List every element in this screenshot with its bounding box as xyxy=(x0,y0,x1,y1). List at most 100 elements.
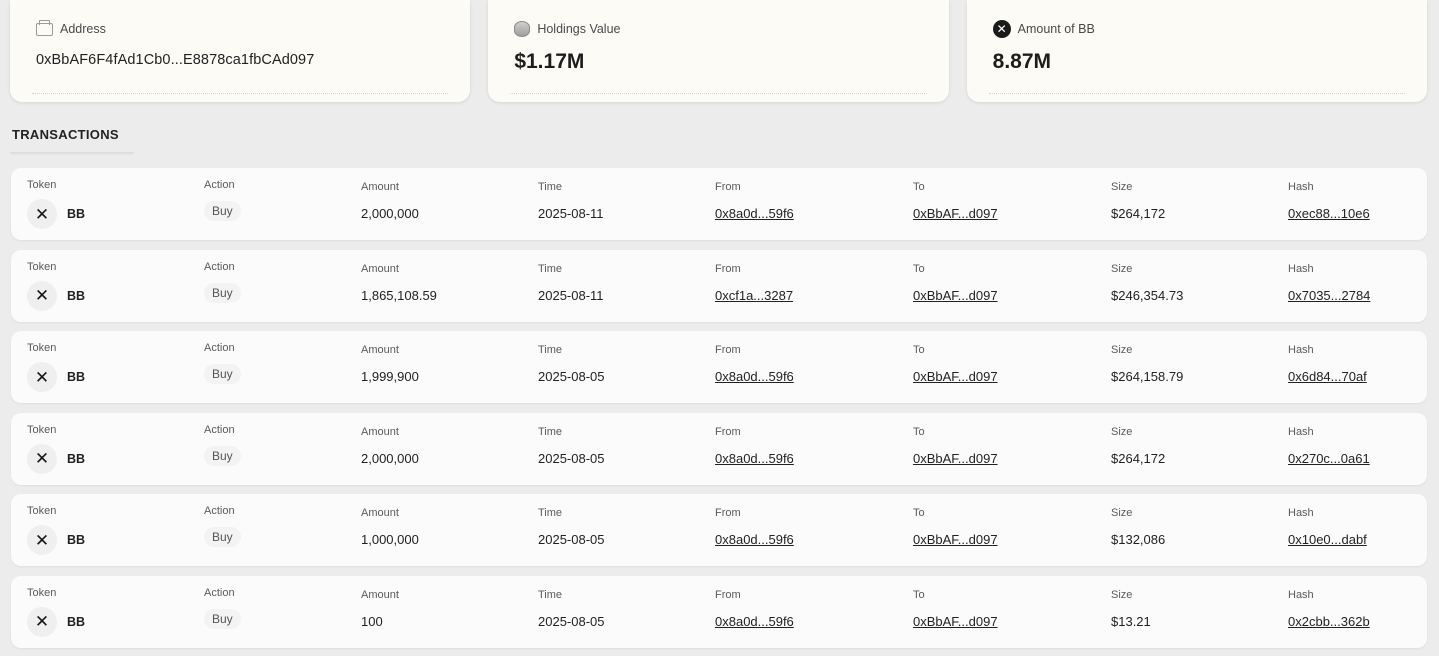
action-badge: Buy xyxy=(204,282,241,303)
table-row: Token ✕ BB Action Buy Amount 100 Time 20… xyxy=(11,575,1427,648)
amount-value: 1,999,900 xyxy=(361,369,419,384)
action-badge: Buy xyxy=(204,364,241,384)
hash-header: Hash xyxy=(1288,507,1314,519)
to-header: To xyxy=(913,344,925,356)
table-row: Token ✕ BB Action Buy Amount 1,865,108.5… xyxy=(11,249,1427,322)
wallet-page: Address 0xBbAF6F4fAd1Cb0...E8878ca1fbCAd… xyxy=(0,0,1439,656)
time-value: 2025-08-05 xyxy=(538,369,605,384)
time-value: 2025-08-11 xyxy=(538,206,604,221)
bb-logo-icon: ✕ xyxy=(27,199,57,229)
amount-header: Amount xyxy=(361,425,399,438)
token-header: Token xyxy=(27,342,57,354)
token-header: Token xyxy=(27,423,57,436)
amount-value: 1,865,108.59 xyxy=(361,287,437,303)
amount-header: Amount xyxy=(361,262,399,275)
to-address-link[interactable]: 0xBbAF...d097 xyxy=(913,451,998,466)
from-header: From xyxy=(715,507,741,519)
table-row: Token ✕ BB Action Buy Amount 1,000,000 T… xyxy=(11,494,1427,566)
amount-header: Amount xyxy=(361,507,399,519)
size-value: $264,158.79 xyxy=(1111,369,1184,384)
action-header: Action xyxy=(204,260,235,273)
to-address-link[interactable]: 0xBbAF...d097 xyxy=(913,532,998,547)
size-value: $264,172 xyxy=(1111,450,1166,466)
time-header: Time xyxy=(538,588,563,601)
token-symbol: BB xyxy=(67,370,86,384)
token-header: Token xyxy=(27,260,57,273)
bb-token-icon: ✕ xyxy=(992,20,1011,38)
from-address-link[interactable]: 0x8a0d...59f6 xyxy=(715,206,794,221)
time-header: Time xyxy=(538,507,563,519)
hash-header: Hash xyxy=(1288,588,1314,601)
time-value: 2025-08-05 xyxy=(538,450,605,466)
holdings-value: $1.17M xyxy=(514,50,585,73)
to-header: To xyxy=(913,507,925,519)
size-header: Size xyxy=(1111,425,1133,438)
address-value: 0xBbAF6F4fAd1Cb0...E8878ca1fbCAd097 xyxy=(36,52,315,68)
from-address-link[interactable]: 0x8a0d...59f6 xyxy=(715,532,794,547)
action-badge: Buy xyxy=(204,527,241,547)
tx-hash-link[interactable]: 0x2cbb...362b xyxy=(1288,614,1370,629)
amount-value: 2,000,000 xyxy=(361,206,419,221)
amount-header: Amount xyxy=(361,344,399,356)
time-value: 2025-08-05 xyxy=(538,613,605,629)
action-header: Action xyxy=(204,586,235,599)
action-header: Action xyxy=(204,179,235,191)
from-address-link[interactable]: 0x8a0d...59f6 xyxy=(715,369,794,384)
holdings-card: Holdings Value $1.17M xyxy=(488,0,949,102)
size-value: $246,354.73 xyxy=(1111,287,1184,303)
from-header: From xyxy=(715,262,741,275)
from-header: From xyxy=(715,344,741,356)
to-address-link[interactable]: 0xBbAF...d097 xyxy=(913,614,998,629)
size-header: Size xyxy=(1111,262,1133,275)
action-header: Action xyxy=(204,342,235,354)
amount-header: Amount xyxy=(361,181,399,193)
action-badge: Buy xyxy=(204,201,241,221)
token-symbol: BB xyxy=(67,533,86,547)
hash-header: Hash xyxy=(1288,344,1314,356)
to-address-link[interactable]: 0xBbAF...d097 xyxy=(913,206,998,221)
coins-icon xyxy=(514,21,531,37)
tx-hash-link[interactable]: 0x6d84...70af xyxy=(1288,369,1367,384)
time-value: 2025-08-11 xyxy=(538,287,604,303)
action-header: Action xyxy=(204,423,235,436)
hash-header: Hash xyxy=(1288,425,1314,438)
hash-header: Hash xyxy=(1288,181,1314,193)
amount-card: ✕ Amount of BB 8.87M xyxy=(966,0,1427,102)
token-symbol: BB xyxy=(67,451,86,466)
amount-label: Amount of BB xyxy=(1017,22,1095,36)
tx-hash-link[interactable]: 0x270c...0a61 xyxy=(1288,451,1370,466)
time-header: Time xyxy=(538,344,563,356)
to-header: To xyxy=(913,425,925,438)
transactions-title: TRANSACTIONS xyxy=(12,127,119,142)
from-address-link[interactable]: 0xcf1a...3287 xyxy=(715,288,793,303)
bb-logo-icon: ✕ xyxy=(27,525,57,555)
size-value: $264,172 xyxy=(1111,206,1166,221)
tx-hash-link[interactable]: 0x10e0...dabf xyxy=(1288,532,1367,547)
token-symbol: BB xyxy=(67,207,86,221)
token-header: Token xyxy=(27,586,57,599)
amount-value: 100 xyxy=(361,613,383,629)
token-symbol: BB xyxy=(67,288,86,303)
table-row: Token ✕ BB Action Buy Amount 2,000,000 T… xyxy=(11,168,1427,240)
amount-value: 2,000,000 xyxy=(361,450,419,466)
transactions-list: Token ✕ BB Action Buy Amount 2,000,000 T… xyxy=(11,168,1427,656)
address-card: Address 0xBbAF6F4fAd1Cb0...E8878ca1fbCAd… xyxy=(10,0,471,102)
from-header: From xyxy=(715,588,741,601)
tx-hash-link[interactable]: 0x7035...2784 xyxy=(1288,288,1370,303)
tx-hash-link[interactable]: 0xec88...10e6 xyxy=(1288,206,1370,221)
from-address-link[interactable]: 0x8a0d...59f6 xyxy=(715,614,794,629)
to-header: To xyxy=(913,588,925,601)
size-value: $13.21 xyxy=(1111,613,1151,629)
wallet-icon xyxy=(36,19,53,36)
action-header: Action xyxy=(204,505,235,517)
from-address-link[interactable]: 0x8a0d...59f6 xyxy=(715,451,794,466)
amount-card-header: ✕ Amount of BB xyxy=(992,20,1401,38)
token-value: ✕ BB xyxy=(27,362,85,392)
table-row: Token ✕ BB Action Buy Amount 1,999,900 T… xyxy=(11,331,1427,403)
to-address-link[interactable]: 0xBbAF...d097 xyxy=(913,369,998,384)
size-header: Size xyxy=(1111,507,1133,519)
to-address-link[interactable]: 0xBbAF...d097 xyxy=(913,288,998,303)
size-header: Size xyxy=(1111,588,1133,601)
token-value: ✕ BB xyxy=(27,525,85,555)
from-header: From xyxy=(715,181,741,193)
